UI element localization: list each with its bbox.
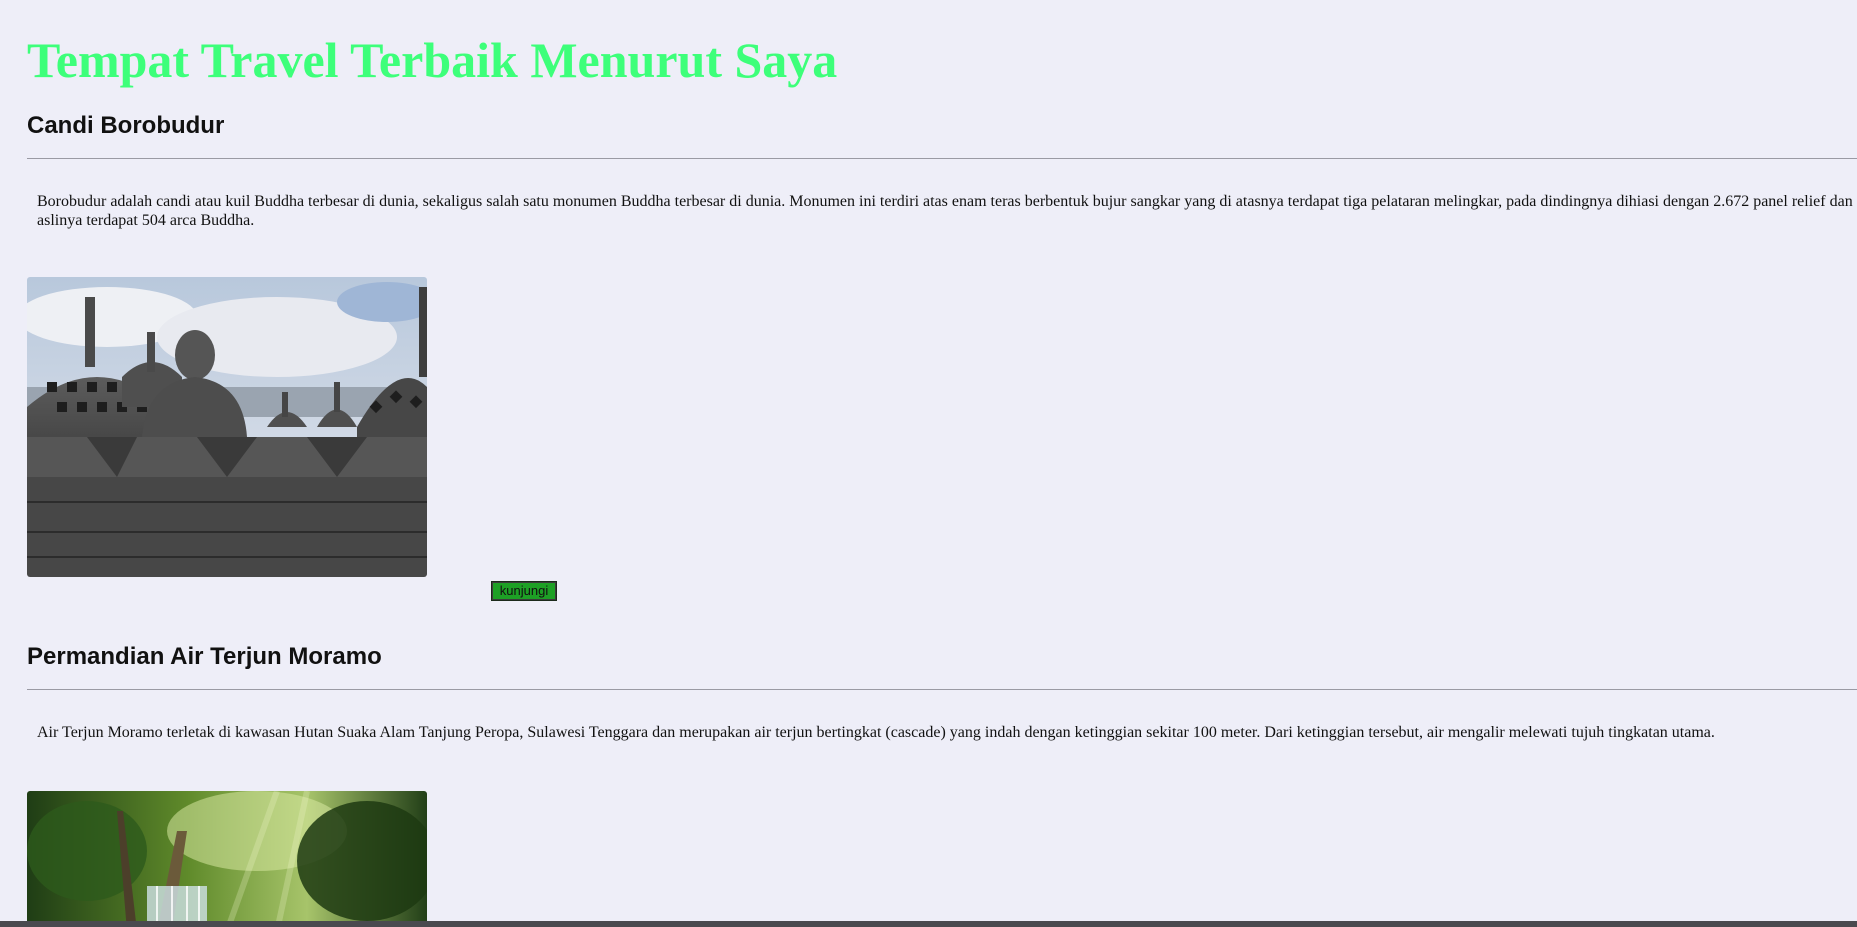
page-title: Tempat Travel Terbaik Menurut Saya (27, 32, 838, 88)
visit-button[interactable]: kunjungi (491, 581, 557, 601)
destination-borobudur: Candi Borobudur Borobudur adalah candi a… (27, 112, 1857, 612)
moramo-image (27, 791, 427, 927)
section-divider (27, 158, 1857, 159)
destination-moramo: Permandian Air Terjun Moramo Air Terjun … (27, 643, 1857, 927)
borobudur-image (27, 277, 427, 577)
horizontal-scrollbar[interactable] (0, 921, 1857, 927)
page: Tempat Travel Terbaik Menurut Saya Candi… (0, 0, 1857, 927)
destination-description: Borobudur adalah candi atau kuil Buddha … (37, 193, 1853, 229)
moramo-waterfall-forest-photo (27, 791, 427, 927)
borobudur-stupas-buddha-photo (27, 277, 427, 577)
destination-heading: Permandian Air Terjun Moramo (27, 643, 382, 670)
destination-heading: Candi Borobudur (27, 112, 225, 139)
section-divider (27, 689, 1857, 690)
destination-description: Air Terjun Moramo terletak di kawasan Hu… (37, 724, 1715, 741)
